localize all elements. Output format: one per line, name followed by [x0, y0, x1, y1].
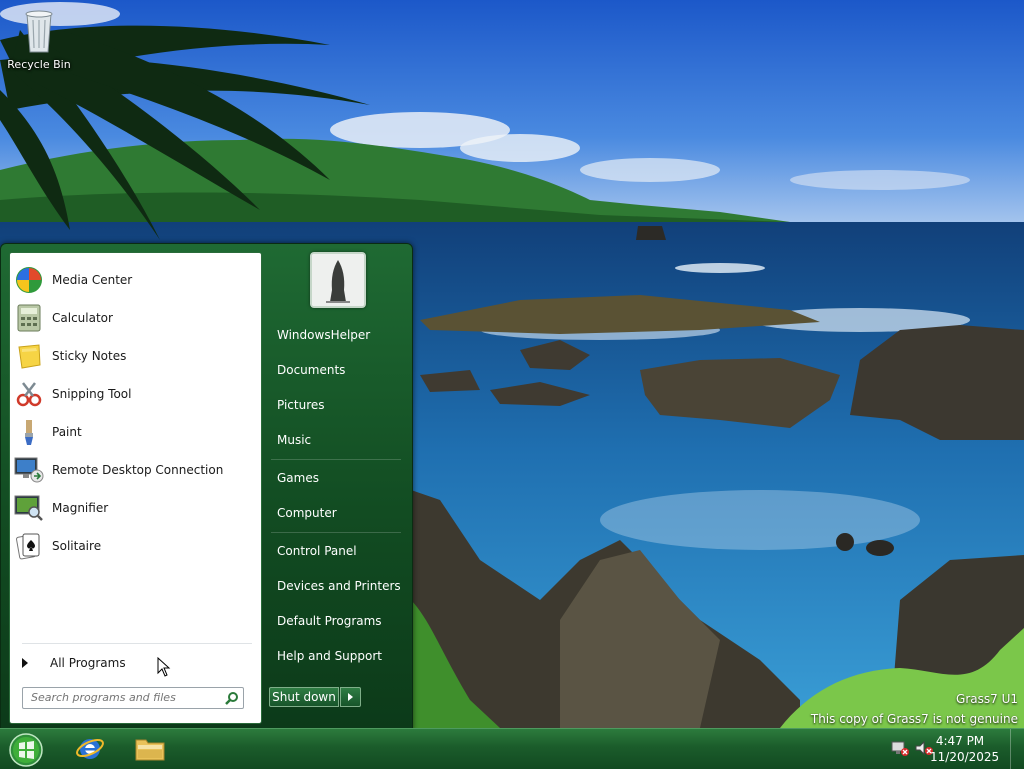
program-snipping-tool[interactable]: Snipping Tool — [14, 376, 257, 412]
chevron-right-icon — [348, 693, 353, 701]
genuine-notice-text: This copy of Grass7 is not genuine — [810, 712, 1018, 726]
right-item-label: Music — [277, 433, 312, 447]
internet-explorer-icon — [75, 733, 105, 766]
start-right-item-windowshelper[interactable]: WindowsHelper — [269, 321, 403, 349]
show-desktop-button[interactable] — [1010, 729, 1024, 769]
mouse-pointer-icon — [157, 656, 171, 677]
start-right-item-music[interactable]: Music — [269, 426, 403, 454]
media-center-icon — [14, 265, 44, 295]
taskbar: 4:47 PM 11/20/2025 — [0, 728, 1024, 769]
shutdown-options-button[interactable] — [340, 687, 361, 707]
right-item-label: Games — [277, 471, 319, 485]
start-search-box[interactable] — [22, 687, 244, 709]
start-menu: Media Center Calculator Sticky Notes Sni… — [0, 243, 413, 731]
right-item-label: Default Programs — [277, 614, 382, 628]
start-right-item-documents[interactable]: Documents — [269, 356, 403, 384]
file-explorer-icon — [134, 734, 166, 765]
start-right-item-help-and-support[interactable]: Help and Support — [269, 642, 403, 670]
start-menu-programs-pane: Media Center Calculator Sticky Notes Sni… — [9, 252, 262, 724]
right-item-label: Pictures — [277, 398, 325, 412]
right-item-label: Documents — [277, 363, 346, 377]
shutdown-button[interactable]: Shut down — [269, 687, 339, 707]
start-right-item-control-panel[interactable]: Control Panel — [269, 537, 403, 565]
user-avatar[interactable] — [310, 252, 366, 308]
system-clock[interactable]: 4:47 PM 11/20/2025 — [930, 733, 1000, 765]
chevron-right-icon — [22, 658, 28, 668]
right-item-label: WindowsHelper — [277, 328, 371, 342]
start-right-item-devices-and-printers[interactable]: Devices and Printers — [269, 572, 403, 600]
recycle-bin-icon — [19, 6, 59, 56]
program-sticky-notes[interactable]: Sticky Notes — [14, 338, 257, 374]
build-version-text: Grass7 U1 — [956, 692, 1018, 706]
program-solitaire[interactable]: Solitaire — [14, 528, 257, 564]
paint-icon — [14, 417, 44, 447]
separator — [22, 643, 252, 644]
start-right-item-computer[interactable]: Computer — [269, 499, 403, 527]
separator — [271, 459, 401, 460]
program-media-center[interactable]: Media Center — [14, 262, 257, 298]
start-button[interactable] — [6, 731, 46, 767]
program-remote-desktop[interactable]: Remote Desktop Connection — [14, 452, 257, 488]
start-right-item-pictures[interactable]: Pictures — [269, 391, 403, 419]
clock-date: 11/20/2025 — [930, 750, 1000, 764]
sticky-notes-icon — [14, 341, 44, 371]
all-programs-button[interactable]: All Programs — [18, 651, 253, 675]
snipping-tool-icon — [14, 379, 44, 409]
start-right-item-default-programs[interactable]: Default Programs — [269, 607, 403, 635]
program-calculator[interactable]: Calculator — [14, 300, 257, 336]
calculator-icon — [14, 303, 44, 333]
taskbar-internet-explorer[interactable] — [72, 732, 108, 766]
clock-time: 4:47 PM — [935, 734, 985, 748]
search-input[interactable] — [23, 688, 221, 706]
solitaire-icon — [14, 531, 44, 561]
right-item-label: Computer — [277, 506, 337, 520]
separator — [271, 532, 401, 533]
desktop-icon-label: Recycle Bin — [7, 58, 71, 71]
magnifier-icon — [14, 493, 44, 523]
remote-desktop-icon — [14, 455, 44, 485]
desktop-icon-recycle-bin[interactable]: Recycle Bin — [4, 6, 74, 71]
start-right-item-games[interactable]: Games — [269, 464, 403, 492]
program-paint[interactable]: Paint — [14, 414, 257, 450]
network-icon[interactable] — [890, 739, 910, 757]
program-magnifier[interactable]: Magnifier — [14, 490, 257, 526]
right-item-label: Devices and Printers — [277, 579, 401, 593]
right-item-label: Control Panel — [277, 544, 357, 558]
right-item-label: Help and Support — [277, 649, 382, 663]
taskbar-file-explorer[interactable] — [132, 732, 168, 766]
search-icon[interactable] — [225, 691, 239, 705]
